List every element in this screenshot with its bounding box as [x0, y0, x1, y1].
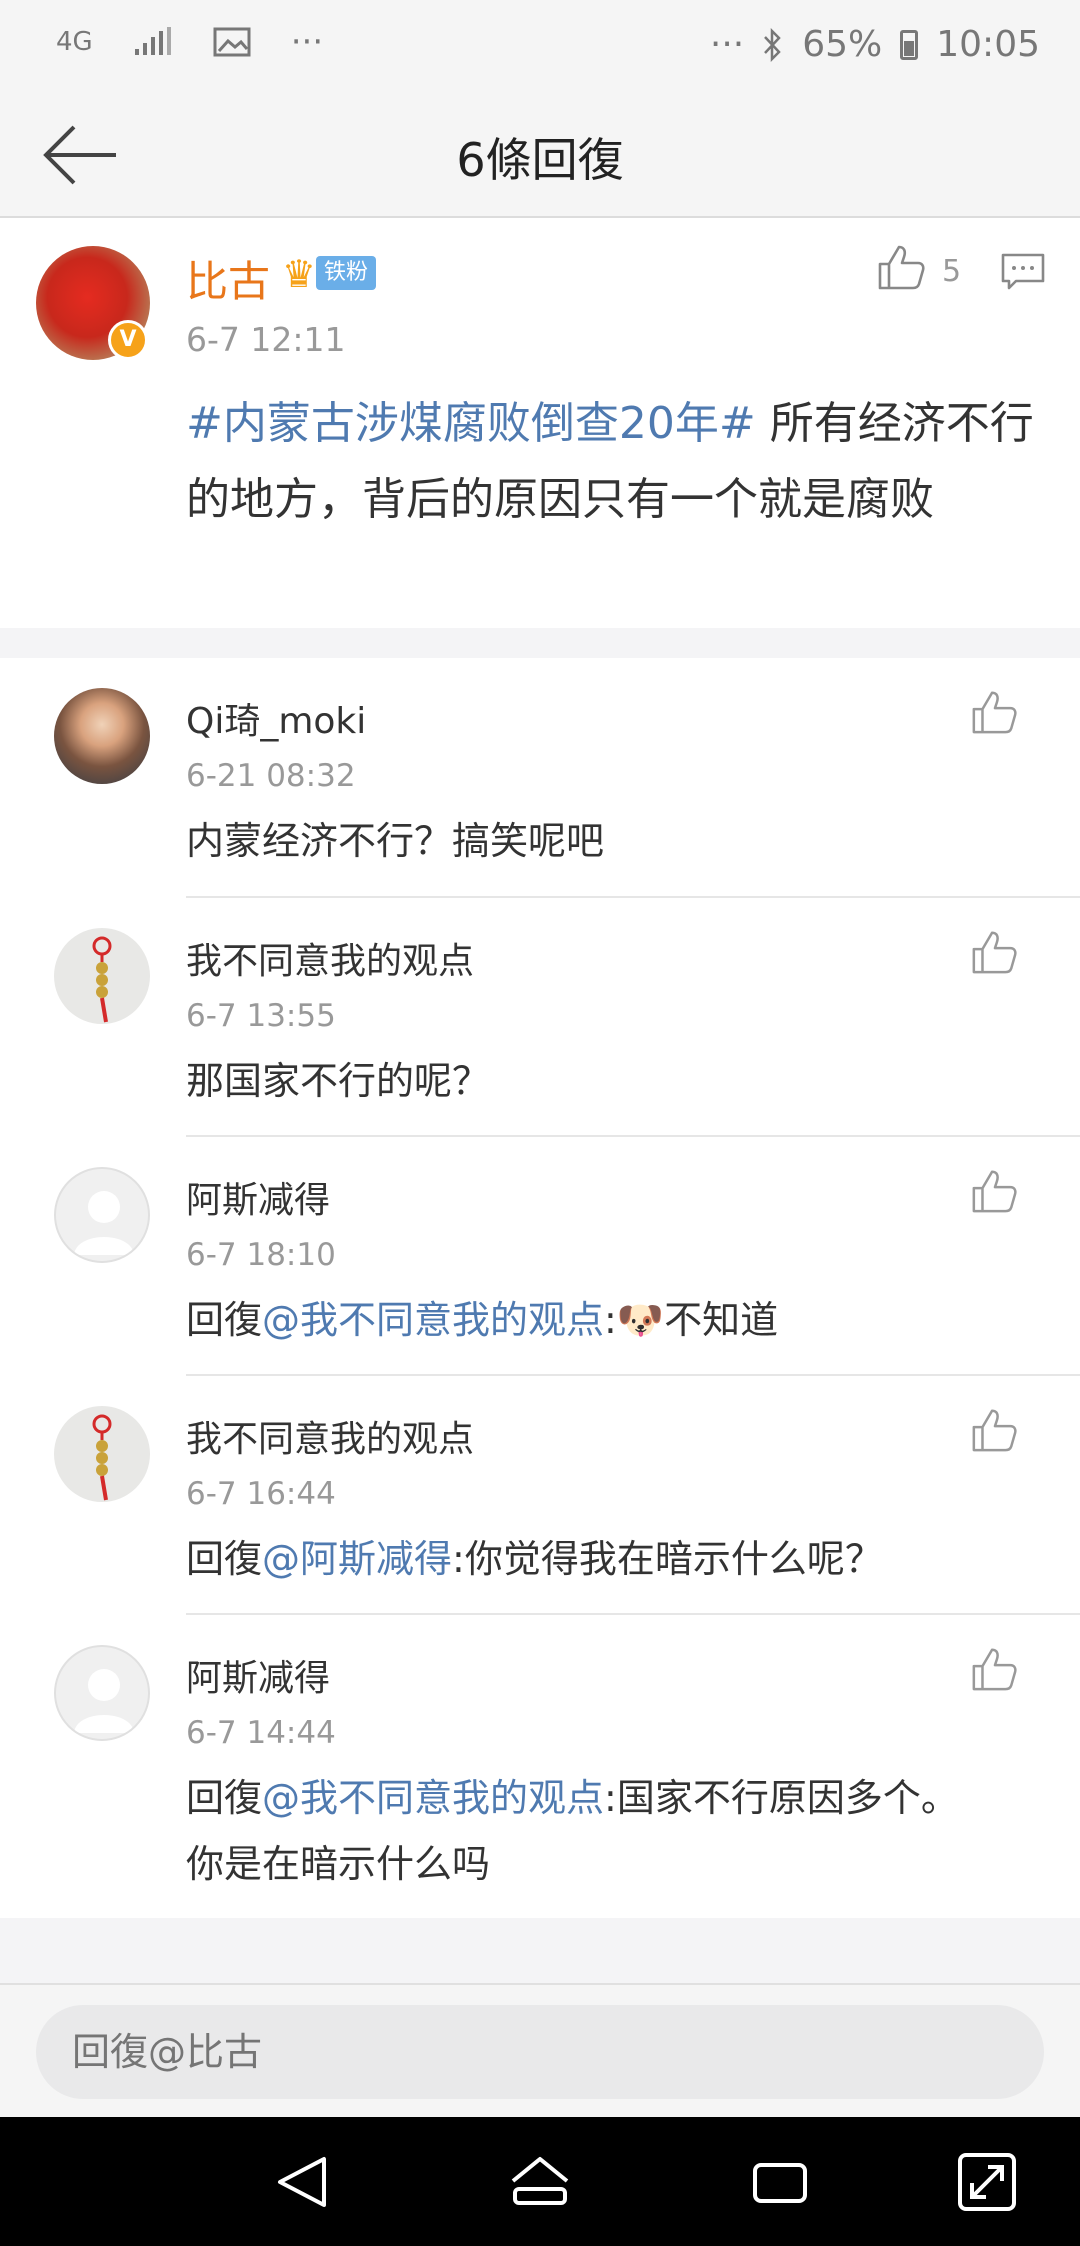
post-time: 6-7 12:11	[186, 320, 346, 359]
reply-author-name[interactable]: 阿斯减得	[186, 1649, 330, 1701]
tassel-icon	[92, 1414, 112, 1501]
signal-icon	[134, 27, 171, 55]
reply-input[interactable]	[36, 2005, 1044, 2099]
default-user-icon	[74, 1669, 134, 1733]
reply-time: 6-7 16:44	[186, 1476, 336, 1512]
reply-time: 6-7 13:55	[186, 998, 336, 1034]
verified-badge-icon: V	[108, 320, 148, 360]
battery-icon	[900, 29, 919, 60]
list-item: 我不同意我的观点 6-7 16:44 回復@阿斯减得:你觉得我在暗示什么呢？	[0, 1376, 1080, 1614]
battery-percent: 65%	[802, 24, 883, 65]
avatar[interactable]	[54, 1645, 150, 1741]
reply-content: 那国家不行的呢？	[186, 1048, 986, 1114]
reply-prefix: 回復	[186, 1537, 263, 1581]
tassel-icon	[92, 936, 112, 1023]
avatar[interactable]	[54, 1167, 150, 1263]
mention-link[interactable]: @阿斯减得	[262, 1537, 452, 1581]
avatar[interactable]	[54, 688, 150, 784]
thumbs-up-icon[interactable]	[876, 242, 926, 292]
post-author-name[interactable]: 比古	[186, 248, 270, 309]
expand-icon[interactable]	[952, 2147, 1022, 2217]
network-type-icon: 4G	[56, 27, 93, 57]
reply-author-name[interactable]: 我不同意我的观点	[186, 932, 474, 984]
post-text: #内蒙古涉煤腐败倒查20年# 所有经济不行的地方，背后的原因只有一个就是腐败	[186, 386, 1046, 538]
status-bar: 4G ··· ··· 65% 10:05	[0, 0, 1080, 90]
reply-time: 6-21 08:32	[186, 758, 356, 794]
hashtag-link[interactable]: #内蒙古涉煤腐败倒查20年#	[186, 398, 756, 449]
recent-apps-icon[interactable]	[745, 2147, 815, 2217]
image-notification-icon	[213, 27, 251, 57]
reply-prefix: 回復	[186, 1776, 263, 1820]
reply-prefix: 回復	[186, 1298, 263, 1342]
comment-icon[interactable]	[1000, 252, 1046, 292]
list-item: 我不同意我的观点 6-7 13:55 那国家不行的呢？	[0, 898, 1080, 1136]
home-icon[interactable]	[505, 2147, 575, 2217]
default-user-icon	[74, 1191, 134, 1255]
like-count: 5	[942, 254, 962, 289]
reply-text: 那国家不行的呢？	[186, 1059, 491, 1103]
more-notifications-icon: ···	[290, 22, 324, 62]
reply-content: 内蒙经济不行？搞笑呢吧	[186, 808, 986, 874]
thumbs-up-icon[interactable]	[970, 688, 1018, 736]
thumbs-up-icon[interactable]	[970, 1645, 1018, 1693]
more-status-icon: ···	[709, 24, 745, 65]
reply-content: 回復@阿斯减得:你觉得我在暗示什么呢？	[186, 1526, 986, 1592]
reply-author-name[interactable]: Qi琦_moki	[186, 692, 366, 744]
avatar[interactable]	[54, 928, 150, 1024]
list-item: 阿斯减得 6-7 18:10 回復@我不同意我的观点:🐶不知道	[0, 1137, 1080, 1375]
system-nav-bar	[0, 2117, 1080, 2246]
reply-text: :🐶不知道	[604, 1298, 779, 1342]
reply-text: :你觉得我在暗示什么呢？	[452, 1537, 883, 1581]
reply-time: 6-7 18:10	[186, 1237, 336, 1273]
mention-link[interactable]: @我不同意我的观点	[262, 1776, 604, 1820]
list-item: Qi琦_moki 6-21 08:32 内蒙经济不行？搞笑呢吧	[0, 658, 1080, 898]
fan-badge: 铁粉	[316, 256, 377, 290]
page-title: 6條回復	[456, 133, 624, 187]
reply-text: 内蒙经济不行？搞笑呢吧	[186, 819, 605, 863]
reply-list: Qi琦_moki 6-21 08:32 内蒙经济不行？搞笑呢吧 我不同意我的观点…	[0, 658, 1080, 1918]
avatar[interactable]	[54, 1406, 150, 1502]
list-item: 阿斯减得 6-7 14:44 回復@我不同意我的观点:国家不行原因多个。你是在暗…	[0, 1615, 1080, 1915]
reply-author-name[interactable]: 我不同意我的观点	[186, 1410, 474, 1462]
reply-time: 6-7 14:44	[186, 1715, 336, 1751]
header: 6條回復	[0, 90, 1080, 218]
reply-input-bar	[0, 1983, 1080, 2117]
clock: 10:05	[936, 24, 1040, 65]
crown-icon: ♛	[282, 252, 317, 296]
reply-content: 回復@我不同意我的观点:🐶不知道	[186, 1287, 986, 1353]
bluetooth-icon	[764, 27, 781, 62]
thumbs-up-icon[interactable]	[970, 928, 1018, 976]
back-triangle-icon[interactable]	[268, 2147, 338, 2217]
avatar[interactable]: V	[36, 246, 150, 360]
thumbs-up-icon[interactable]	[970, 1406, 1018, 1454]
thumbs-up-icon[interactable]	[970, 1167, 1018, 1215]
original-post: V 比古 ♛ 铁粉 6-7 12:11 5 #内蒙古涉煤腐败倒查20年# 所有经…	[0, 218, 1080, 628]
reply-author-name[interactable]: 阿斯减得	[186, 1171, 330, 1223]
reply-content: 回復@我不同意我的观点:国家不行原因多个。你是在暗示什么吗	[186, 1765, 986, 1897]
mention-link[interactable]: @我不同意我的观点	[262, 1298, 604, 1342]
